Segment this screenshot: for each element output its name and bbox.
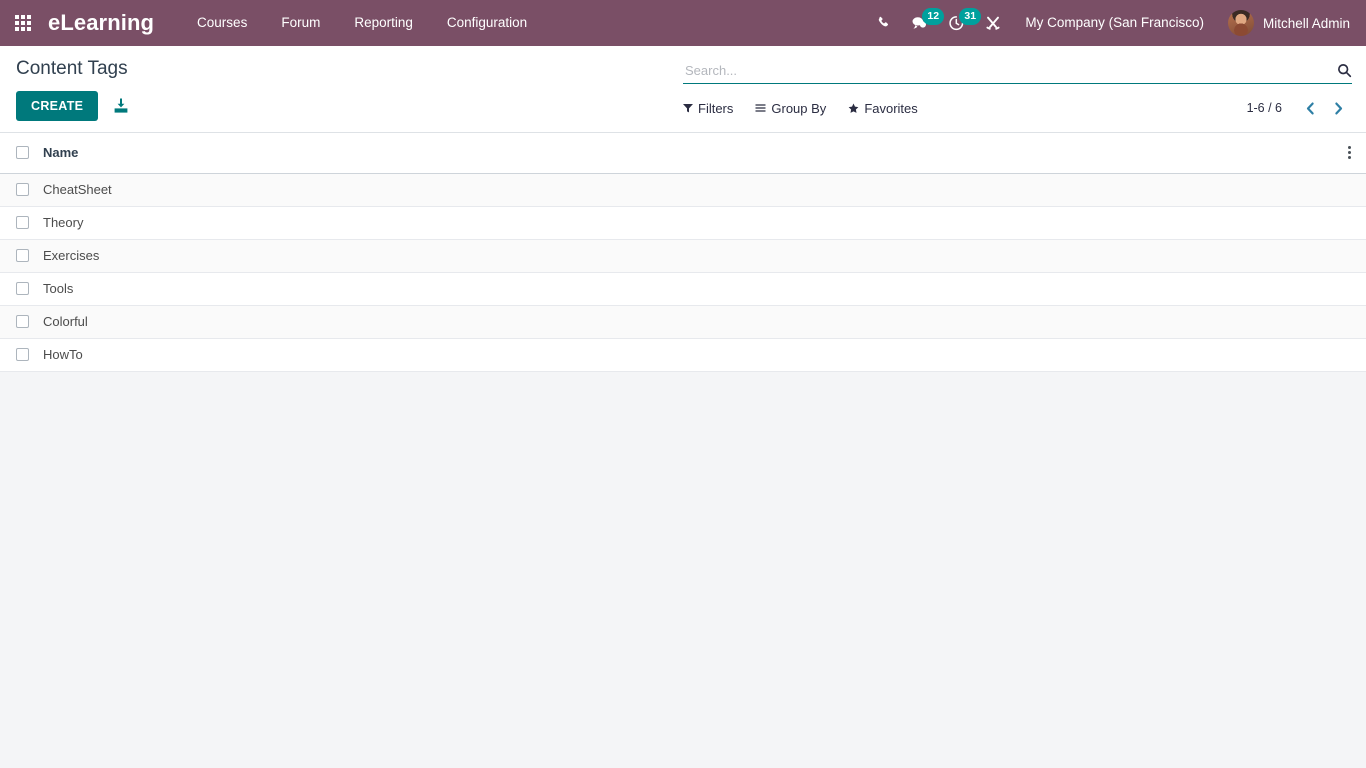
row-checkbox[interactable] [16,315,29,328]
control-panel-buttons: CREATE [16,91,132,121]
menu-item-forum[interactable]: Forum [264,0,337,46]
cell-name: Tools [34,272,1332,306]
group-by-lines-icon [755,103,766,113]
select-all-checkbox[interactable] [16,146,29,160]
pager-next-button[interactable] [1324,96,1352,120]
favorites-dropdown[interactable]: Favorites [848,100,918,116]
select-all-header [0,133,34,174]
optional-columns-header [1332,133,1366,174]
navbar-right-section: 12 31 My Company (San Francisco) Mitchel… [867,0,1366,46]
row-select-cell [0,305,34,339]
cell-name: Colorful [34,305,1332,339]
control-panel-left: Content Tags CREATE [16,56,132,121]
column-header-name[interactable]: Name [34,133,1332,174]
menu-item-configuration[interactable]: Configuration [430,0,544,46]
table-head: Name [0,133,1366,174]
row-spacer-cell [1332,173,1366,207]
search-icon[interactable] [1331,63,1352,79]
row-select-cell [0,272,34,306]
group-by-dropdown[interactable]: Group By [755,101,826,116]
row-select-cell [0,239,34,273]
row-checkbox[interactable] [16,183,29,196]
developer-tools-icon[interactable] [975,0,1011,46]
page-title: Content Tags [16,58,128,79]
row-select-cell [0,173,34,207]
row-spacer-cell [1332,338,1366,372]
favorites-label: Favorites [864,100,918,116]
cell-name: HowTo [34,338,1332,372]
apps-grid-icon [15,15,31,31]
search-input[interactable] [683,63,1331,79]
app-brand-elearning[interactable]: eLearning [46,10,158,36]
pager: 1-6 / 6 [1247,96,1352,120]
row-spacer-cell [1332,239,1366,273]
row-spacer-cell [1332,272,1366,306]
table-row[interactable]: CheatSheet [0,173,1366,207]
table-body: CheatSheet Theory Exercises Tools Colorf… [0,173,1366,372]
group-by-label: Group By [771,100,827,116]
table-row[interactable]: Tools [0,272,1366,306]
row-checkbox[interactable] [16,348,29,361]
user-menu[interactable]: Mitchell Admin [1218,0,1356,46]
pager-value: 1-6 / 6 [1246,101,1282,115]
row-checkbox[interactable] [16,216,29,229]
menu-item-reporting[interactable]: Reporting [337,0,430,46]
table-row[interactable]: Exercises [0,239,1366,273]
filters-label: Filters [698,100,734,116]
table-header-row: Name [0,133,1366,174]
table-row[interactable]: Colorful [0,305,1366,339]
create-button[interactable]: CREATE [16,91,99,121]
cell-name: CheatSheet [34,173,1332,207]
row-checkbox[interactable] [16,282,29,295]
row-select-cell [0,338,34,372]
apps-menu-button[interactable] [0,0,46,46]
menu-item-courses[interactable]: Courses [180,0,264,46]
user-menu-label: Mitchell Admin [1262,15,1350,31]
top-navbar: eLearning Courses Forum Reporting Config… [0,0,1366,46]
table-row[interactable]: Theory [0,206,1366,240]
row-select-cell [0,206,34,240]
pager-previous-button[interactable] [1296,96,1324,120]
phone-icon[interactable] [867,0,901,46]
table-row[interactable]: HowTo [0,338,1366,372]
user-avatar [1227,10,1254,36]
row-spacer-cell [1332,206,1366,240]
cell-name: Exercises [34,239,1332,273]
content-tags-table: Name CheatSheet Theory Exercises Tools C… [0,133,1366,372]
star-icon [848,103,859,114]
search-view [683,60,1352,84]
company-switcher[interactable]: My Company (San Francisco) [1011,0,1218,46]
activities-clock-icon[interactable]: 31 [938,0,982,46]
messages-icon[interactable]: 12 [901,0,945,46]
search-options-row: Filters Group By Favorites 1-6 / 6 [683,97,1352,119]
filters-dropdown[interactable]: Filters [683,101,733,116]
vertical-ellipsis-icon[interactable] [1332,133,1366,173]
import-records-icon[interactable] [110,95,132,117]
control-panel: Content Tags CREATE Search... Filters Gr… [0,46,1366,133]
row-checkbox[interactable] [16,249,29,262]
row-spacer-cell [1332,305,1366,339]
cell-name: Theory [34,206,1332,240]
filter-funnel-icon [683,103,693,113]
control-panel-right: Filters Group By Favorites [683,60,1352,119]
list-view-container: Name CheatSheet Theory Exercises Tools C… [0,133,1366,768]
